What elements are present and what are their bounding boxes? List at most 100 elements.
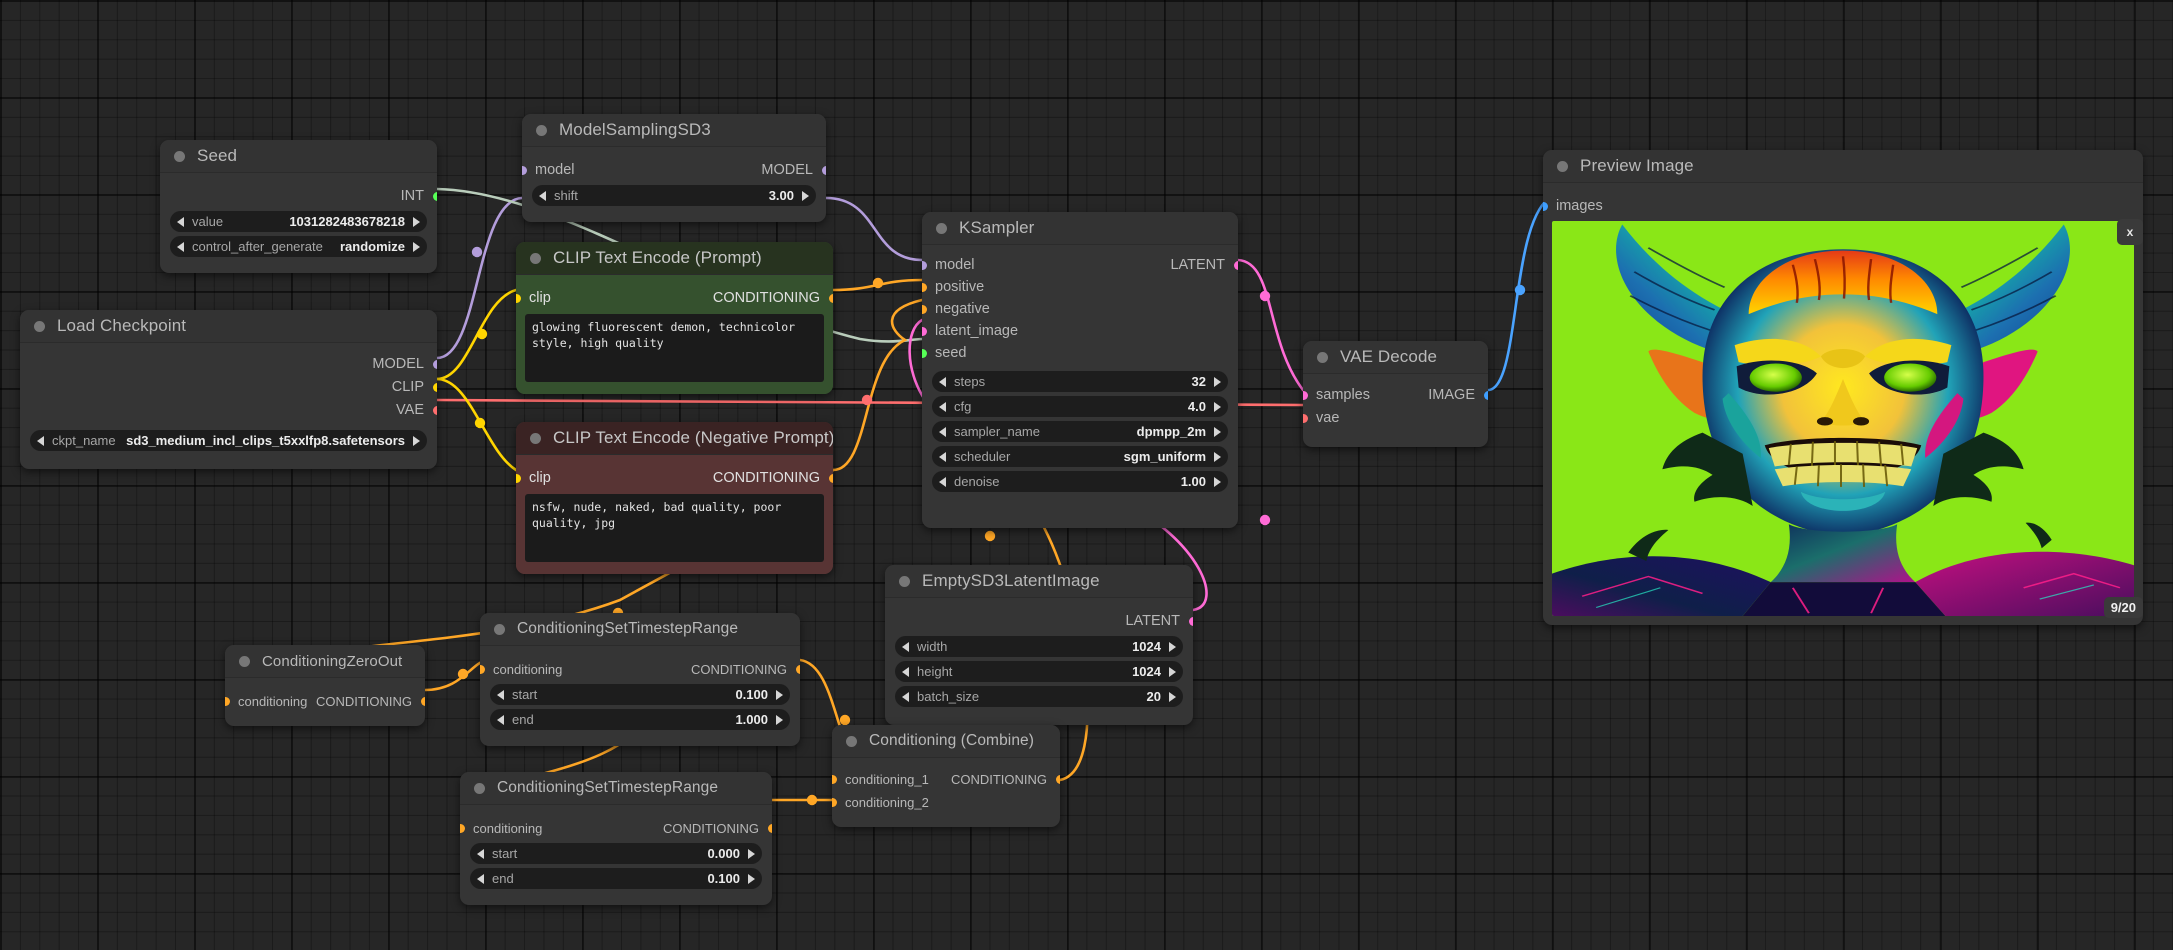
input-pin-samples[interactable] [1303, 391, 1308, 400]
node-clip-text-encode-negative-prompt[interactable]: CLIP Text Encode (Negative Prompt) clip … [516, 422, 833, 574]
output-pin-model[interactable] [821, 166, 826, 175]
port-row[interactable]: conditioning CONDITIONING [460, 818, 772, 838]
increment-arrow-icon[interactable] [1169, 691, 1176, 702]
widget-sampler-name[interactable]: sampler_name dpmpp_2m [932, 421, 1228, 442]
decrement-arrow-icon[interactable] [497, 714, 504, 725]
increment-arrow-icon[interactable] [1169, 641, 1176, 652]
node-collapse-icon[interactable] [536, 124, 547, 136]
port-row[interactable]: images [1543, 196, 2143, 216]
input-pin-seed[interactable] [922, 349, 927, 358]
node-title-bar[interactable]: CLIP Text Encode (Negative Prompt) [516, 422, 833, 455]
port-row[interactable]: vae [1303, 408, 1488, 428]
output-pin-conditioning[interactable] [420, 697, 425, 706]
port-row[interactable]: model LATENT [922, 255, 1238, 275]
decrement-arrow-icon[interactable] [939, 401, 946, 412]
decrement-arrow-icon[interactable] [37, 435, 44, 446]
node-collapse-icon[interactable] [530, 252, 541, 264]
widget-width[interactable]: width 1024 [895, 636, 1183, 657]
widget-shift[interactable]: shift 3.00 [532, 185, 816, 206]
decrement-arrow-icon[interactable] [939, 451, 946, 462]
widget-denoise[interactable]: denoise 1.00 [932, 471, 1228, 492]
output-port-row[interactable]: LATENT [885, 611, 1193, 631]
input-pin-conditioning-2[interactable] [832, 798, 837, 807]
widget-control-after-generate[interactable]: control_after_generate randomize [170, 236, 427, 257]
output-port-row[interactable]: MODEL [20, 354, 437, 374]
prompt-textarea[interactable]: glowing fluorescent demon, technicolor s… [525, 314, 824, 382]
decrement-arrow-icon[interactable] [477, 873, 484, 884]
output-pin-latent[interactable] [1188, 617, 1193, 626]
node-title-bar[interactable]: Preview Image [1543, 150, 2143, 183]
widget-scheduler[interactable]: scheduler sgm_uniform [932, 446, 1228, 467]
node-collapse-icon[interactable] [1557, 160, 1568, 172]
input-pin-model[interactable] [922, 261, 927, 270]
input-pin-conditioning[interactable] [460, 824, 465, 833]
input-pin-positive[interactable] [922, 283, 927, 292]
widget-cfg[interactable]: cfg 4.0 [932, 396, 1228, 417]
node-collapse-icon[interactable] [899, 575, 910, 587]
node-collapse-icon[interactable] [474, 782, 485, 794]
output-pin-conditioning[interactable] [828, 474, 833, 483]
node-title-bar[interactable]: Seed [160, 140, 437, 173]
output-pin-conditioning[interactable] [795, 665, 800, 674]
node-title-bar[interactable]: CLIP Text Encode (Prompt) [516, 242, 833, 275]
widget-end[interactable]: end 1.000 [490, 709, 790, 730]
node-conditioning-combine[interactable]: Conditioning (Combine) conditioning_1 CO… [832, 725, 1060, 827]
node-title-bar[interactable]: ConditioningSetTimestepRange [480, 613, 800, 646]
input-pin-model[interactable] [522, 166, 527, 175]
decrement-arrow-icon[interactable] [902, 691, 909, 702]
decrement-arrow-icon[interactable] [939, 376, 946, 387]
port-row[interactable]: latent_image [922, 321, 1238, 341]
input-pin-clip[interactable] [516, 474, 521, 483]
node-title-bar[interactable]: VAE Decode [1303, 341, 1488, 374]
increment-arrow-icon[interactable] [1214, 476, 1221, 487]
node-title-bar[interactable]: ModelSamplingSD3 [522, 114, 826, 147]
node-collapse-icon[interactable] [530, 432, 541, 444]
close-icon[interactable]: x [2117, 219, 2143, 245]
node-conditioning-zero-out[interactable]: ConditioningZeroOut conditioning CONDITI… [225, 645, 425, 726]
widget-ckpt-name[interactable]: ckpt_name sd3_medium_incl_clips_t5xxlfp8… [30, 430, 427, 451]
decrement-arrow-icon[interactable] [477, 848, 484, 859]
increment-arrow-icon[interactable] [776, 714, 783, 725]
node-conditioning-set-timestep-range-2[interactable]: ConditioningSetTimestepRange conditionin… [460, 772, 772, 905]
port-row[interactable]: model MODEL [522, 160, 826, 180]
decrement-arrow-icon[interactable] [902, 641, 909, 652]
node-title-bar[interactable]: ConditioningSetTimestepRange [460, 772, 772, 805]
port-row[interactable]: negative [922, 299, 1238, 319]
node-collapse-icon[interactable] [34, 320, 45, 332]
increment-arrow-icon[interactable] [413, 435, 420, 446]
output-pin-model[interactable] [432, 360, 437, 369]
node-seed[interactable]: Seed INT value 1031282483678218 control_… [160, 140, 437, 273]
node-title-bar[interactable]: KSampler [922, 212, 1238, 245]
increment-arrow-icon[interactable] [1214, 451, 1221, 462]
node-clip-text-encode-prompt[interactable]: CLIP Text Encode (Prompt) clip CONDITION… [516, 242, 833, 394]
increment-arrow-icon[interactable] [1214, 376, 1221, 387]
node-title-bar[interactable]: Load Checkpoint [20, 310, 437, 343]
input-pin-conditioning[interactable] [225, 697, 230, 706]
preview-image-render[interactable] [1552, 221, 2134, 616]
node-collapse-icon[interactable] [846, 735, 857, 747]
port-row[interactable]: clip CONDITIONING [516, 288, 833, 308]
node-conditioning-set-timestep-range-1[interactable]: ConditioningSetTimestepRange conditionin… [480, 613, 800, 746]
widget-height[interactable]: height 1024 [895, 661, 1183, 682]
increment-arrow-icon[interactable] [748, 848, 755, 859]
increment-arrow-icon[interactable] [802, 190, 809, 201]
node-collapse-icon[interactable] [936, 222, 947, 234]
port-row[interactable]: conditioning CONDITIONING [480, 659, 800, 679]
input-pin-vae[interactable] [1303, 414, 1308, 423]
input-pin-negative[interactable] [922, 305, 927, 314]
output-pin-latent[interactable] [1233, 261, 1238, 270]
decrement-arrow-icon[interactable] [177, 216, 184, 227]
node-collapse-icon[interactable] [239, 655, 250, 667]
input-pin-images[interactable] [1543, 202, 1548, 211]
node-preview-image[interactable]: Preview Image images x 9/20 [1543, 150, 2143, 625]
port-row[interactable]: seed [922, 343, 1238, 363]
node-empty-sd3-latent-image[interactable]: EmptySD3LatentImage LATENT width 1024 he… [885, 565, 1193, 725]
increment-arrow-icon[interactable] [776, 689, 783, 700]
widget-start[interactable]: start 0.100 [490, 684, 790, 705]
widget-value[interactable]: value 1031282483678218 [170, 211, 427, 232]
increment-arrow-icon[interactable] [413, 241, 420, 252]
widget-steps[interactable]: steps 32 [932, 371, 1228, 392]
input-pin-conditioning[interactable] [480, 665, 485, 674]
increment-arrow-icon[interactable] [748, 873, 755, 884]
port-row[interactable]: conditioning_1 CONDITIONING [832, 769, 1060, 789]
